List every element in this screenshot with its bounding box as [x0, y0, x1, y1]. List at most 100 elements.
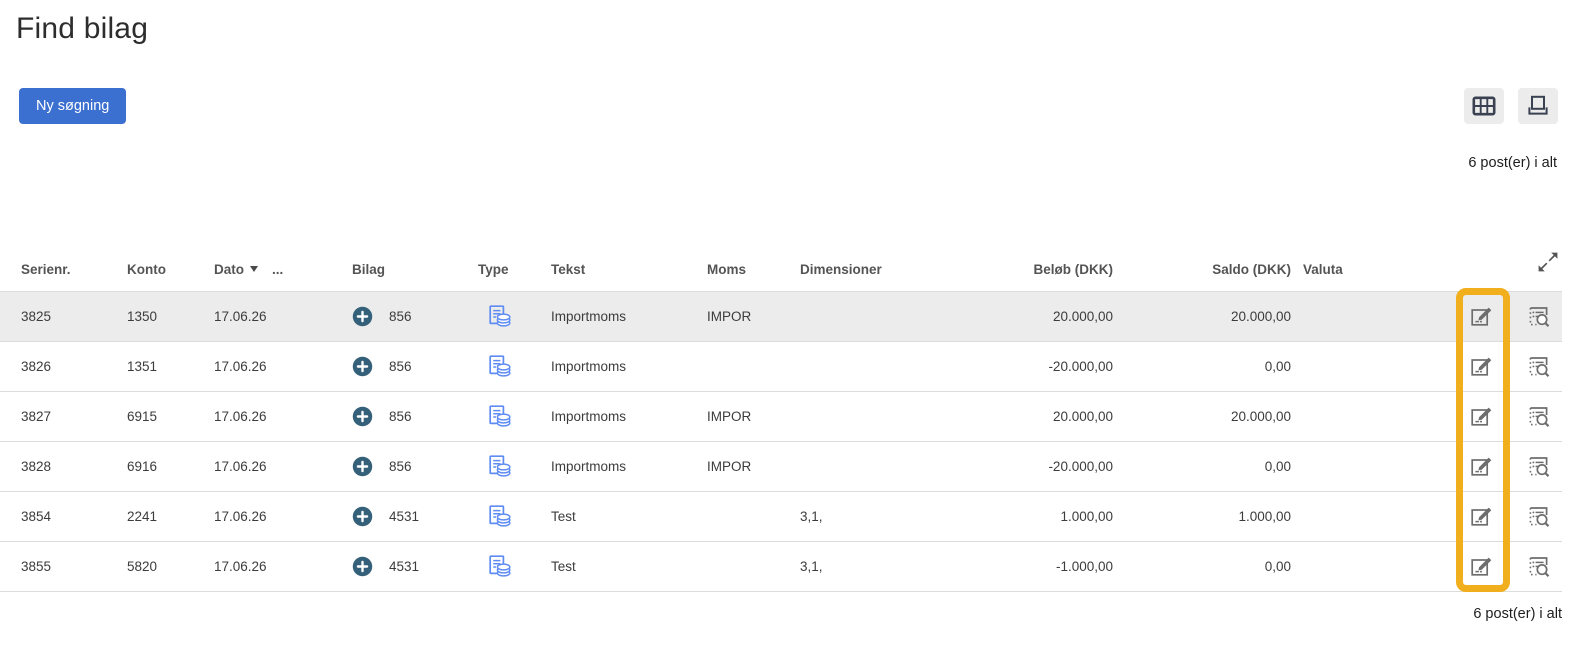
- voucher-type-button[interactable]: [486, 303, 513, 330]
- cell-view: [1515, 542, 1562, 592]
- voucher-type-button[interactable]: [486, 353, 513, 380]
- view-entry-button[interactable]: [1526, 504, 1552, 530]
- print-icon: [1526, 95, 1550, 117]
- more-columns-button[interactable]: ...: [272, 262, 283, 277]
- cell-type: [457, 442, 530, 492]
- print-button[interactable]: [1518, 88, 1558, 124]
- cell-dato: 17.06.26: [193, 542, 331, 592]
- cell-dimensioner: [779, 392, 939, 442]
- edit-entry-button[interactable]: [1469, 354, 1495, 380]
- column-settings-button[interactable]: [1464, 88, 1504, 124]
- cell-konto: 2241: [106, 492, 193, 542]
- attachment-add-button[interactable]: [352, 306, 373, 327]
- view-entry-button[interactable]: [1526, 454, 1552, 480]
- view-entry-button[interactable]: [1526, 404, 1552, 430]
- voucher-type-button[interactable]: [486, 403, 513, 430]
- cell-belob: 1.000,00: [939, 492, 1115, 542]
- edit-entry-button[interactable]: [1469, 504, 1495, 530]
- journal-magnifier-icon: [1526, 354, 1552, 380]
- col-header-valuta[interactable]: Valuta: [1293, 248, 1449, 292]
- cell-moms: IMPOR: [686, 392, 779, 442]
- attachment-add-button[interactable]: [352, 556, 373, 577]
- col-header-saldo[interactable]: Saldo (DKK): [1115, 248, 1293, 292]
- col-header-dato[interactable]: Dato...: [193, 248, 331, 292]
- table-row[interactable]: 3855 5820 17.06.26 4531 Test 3,1, -1.000…: [0, 542, 1562, 592]
- document-coins-icon: [486, 453, 513, 480]
- view-entry-button[interactable]: [1526, 554, 1552, 580]
- cell-serienr: 3827: [0, 392, 106, 442]
- cell-saldo: 0,00: [1115, 442, 1293, 492]
- journal-magnifier-icon: [1526, 304, 1552, 330]
- cell-type: [457, 342, 530, 392]
- cell-saldo: 1.000,00: [1115, 492, 1293, 542]
- col-header-moms[interactable]: Moms: [686, 248, 779, 292]
- bilag-number: 4531: [389, 559, 419, 574]
- cell-serienr: 3826: [0, 342, 106, 392]
- table-row[interactable]: 3825 1350 17.06.26 856 Importmoms IMPOR …: [0, 292, 1562, 342]
- cell-saldo: 0,00: [1115, 342, 1293, 392]
- expand-table-button[interactable]: [1536, 250, 1560, 274]
- edit-entry-button[interactable]: [1469, 304, 1495, 330]
- table-row[interactable]: 3828 6916 17.06.26 856 Importmoms IMPOR …: [0, 442, 1562, 492]
- bilag-number: 856: [389, 359, 412, 374]
- cell-bilag: 4531: [331, 492, 457, 542]
- voucher-type-button[interactable]: [486, 453, 513, 480]
- cell-dato: 17.06.26: [193, 492, 331, 542]
- voucher-type-button[interactable]: [486, 503, 513, 530]
- table-grid-icon: [1472, 95, 1496, 117]
- cell-type: [457, 492, 530, 542]
- new-search-button[interactable]: Ny søgning: [19, 88, 126, 124]
- bilag-number: 856: [389, 309, 412, 324]
- cell-bilag: 856: [331, 442, 457, 492]
- edit-entry-button[interactable]: [1469, 554, 1495, 580]
- cell-edit: [1449, 392, 1515, 442]
- col-header-tekst[interactable]: Tekst: [530, 248, 686, 292]
- view-entry-button[interactable]: [1526, 304, 1552, 330]
- cell-type: [457, 292, 530, 342]
- cell-tekst: Importmoms: [530, 292, 686, 342]
- col-header-type[interactable]: Type: [457, 248, 530, 292]
- table-row[interactable]: 3826 1351 17.06.26 856 Importmoms -20.00…: [0, 342, 1562, 392]
- attachment-add-button[interactable]: [352, 356, 373, 377]
- col-header-serienr[interactable]: Serienr.: [0, 248, 106, 292]
- cell-type: [457, 392, 530, 442]
- cell-view: [1515, 292, 1562, 342]
- attachment-add-button[interactable]: [352, 406, 373, 427]
- edit-entry-button[interactable]: [1469, 404, 1495, 430]
- cell-konto: 6916: [106, 442, 193, 492]
- col-header-dimensioner[interactable]: Dimensioner: [779, 248, 939, 292]
- voucher-type-button[interactable]: [486, 553, 513, 580]
- view-entry-button[interactable]: [1526, 354, 1552, 380]
- page-title: Find bilag: [16, 12, 148, 46]
- cell-type: [457, 542, 530, 592]
- cell-moms: [686, 542, 779, 592]
- cell-bilag: 856: [331, 292, 457, 342]
- attachment-add-button[interactable]: [352, 506, 373, 527]
- cell-dato: 17.06.26: [193, 342, 331, 392]
- cell-tekst: Test: [530, 542, 686, 592]
- attachment-add-button[interactable]: [352, 456, 373, 477]
- plus-circle-icon: [352, 356, 373, 377]
- cell-saldo: 20.000,00: [1115, 392, 1293, 442]
- col-header-konto[interactable]: Konto: [106, 248, 193, 292]
- document-coins-icon: [486, 553, 513, 580]
- edit-pencil-icon: [1469, 354, 1495, 380]
- cell-saldo: 0,00: [1115, 542, 1293, 592]
- table-row[interactable]: 3854 2241 17.06.26 4531 Test 3,1, 1.000,…: [0, 492, 1562, 542]
- cell-serienr: 3854: [0, 492, 106, 542]
- cell-bilag: 856: [331, 342, 457, 392]
- col-header-belob[interactable]: Beløb (DKK): [939, 248, 1115, 292]
- results-table: Serienr. Konto Dato... Bilag Type Tekst …: [0, 248, 1562, 592]
- journal-magnifier-icon: [1526, 554, 1552, 580]
- plus-circle-icon: [352, 556, 373, 577]
- cell-tekst: Importmoms: [530, 342, 686, 392]
- cell-edit: [1449, 542, 1515, 592]
- edit-entry-button[interactable]: [1469, 454, 1495, 480]
- cell-dato: 17.06.26: [193, 392, 331, 442]
- cell-dimensioner: [779, 292, 939, 342]
- table-row[interactable]: 3827 6915 17.06.26 856 Importmoms IMPOR …: [0, 392, 1562, 442]
- col-header-bilag[interactable]: Bilag: [331, 248, 457, 292]
- cell-moms: [686, 342, 779, 392]
- plus-circle-icon: [352, 406, 373, 427]
- cell-valuta: [1293, 292, 1449, 342]
